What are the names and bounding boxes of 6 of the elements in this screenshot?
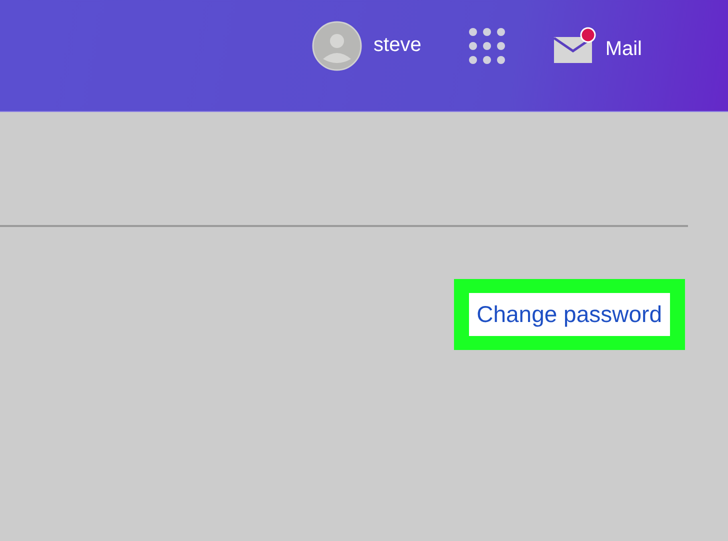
user-name[interactable]: steve — [374, 34, 422, 57]
apps-grid-icon[interactable] — [469, 28, 506, 64]
change-password-link[interactable]: Change password — [468, 293, 670, 336]
mail-icon[interactable] — [553, 26, 598, 64]
mail-link[interactable]: Mail — [605, 38, 642, 64]
avatar-icon[interactable] — [312, 20, 362, 70]
